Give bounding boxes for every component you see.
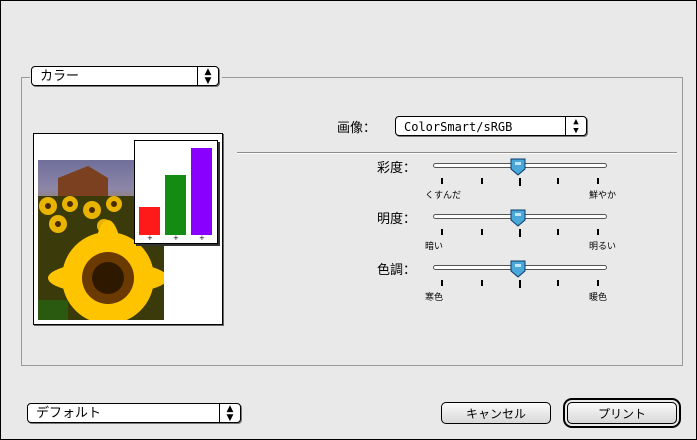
slider-right-caption: 鮮やか [589, 191, 617, 201]
preset-label: デフォルト [36, 406, 102, 421]
slider-right-caption: 暖色 [589, 293, 608, 303]
slider-tick [440, 178, 443, 184]
slider-tick [440, 229, 443, 235]
slider-thumb[interactable] [510, 209, 526, 227]
slider-tick [557, 229, 560, 235]
image-setting-popup[interactable]: ColorSmart/sRGB ▲ ▼ [395, 116, 587, 136]
image-setting-value: ColorSmart/sRGB [404, 120, 513, 134]
bar-tick: + [147, 234, 153, 242]
preview-frame: + + + [33, 133, 223, 325]
color-category-popup[interactable]: カラー ▲ ▼ [31, 66, 219, 86]
slider-left-caption: くすんだ [425, 191, 462, 201]
separator [237, 152, 677, 153]
color-category-label: カラー [40, 69, 80, 84]
slider-tick [557, 280, 560, 286]
slider-tick [597, 229, 600, 235]
slider-left-caption: 寒色 [425, 293, 444, 303]
slider-tick [480, 229, 483, 235]
slider-tick [480, 178, 483, 184]
slider-thumb[interactable] [510, 260, 526, 278]
bar-green [165, 175, 186, 235]
slider-thumb[interactable] [510, 158, 526, 176]
slider-tick [557, 178, 560, 184]
slider-tick [519, 229, 521, 237]
slider-label: 色調： [377, 263, 417, 278]
slider-tick [480, 280, 483, 286]
slider-tick [519, 280, 521, 288]
group-border [22, 77, 30, 78]
print-color-dialog: カラー ▲ ▼ 画像： ColorSmart/sRGB ▲ ▼ + + + 彩度… [0, 0, 697, 440]
up-down-arrows-icon: ▲ ▼ [565, 117, 586, 136]
slider-left-caption: 暗い [425, 242, 444, 252]
image-setting-label: 画像： [337, 121, 377, 136]
slider-tick [519, 178, 521, 186]
bar-purple [191, 148, 212, 235]
up-down-arrows-icon: ▲ ▼ [197, 67, 218, 86]
preset-popup[interactable]: デフォルト ▲ ▼ [27, 403, 241, 423]
slider-tick [597, 178, 600, 184]
slider-right-caption: 明るい [589, 242, 617, 252]
group-border [222, 77, 682, 78]
bar-red [139, 207, 160, 235]
print-button[interactable]: プリント [567, 402, 677, 424]
color-preview-chart: + + + [134, 140, 218, 244]
slider-label: 明度： [377, 212, 417, 227]
bar-tick: + [199, 234, 205, 242]
up-down-arrows-icon: ▲ ▼ [219, 404, 240, 423]
bar-tick: + [173, 234, 179, 242]
slider-label: 彩度： [377, 161, 417, 176]
slider-tick [440, 280, 443, 286]
cancel-button[interactable]: キャンセル [441, 402, 551, 424]
slider-tick [597, 280, 600, 286]
